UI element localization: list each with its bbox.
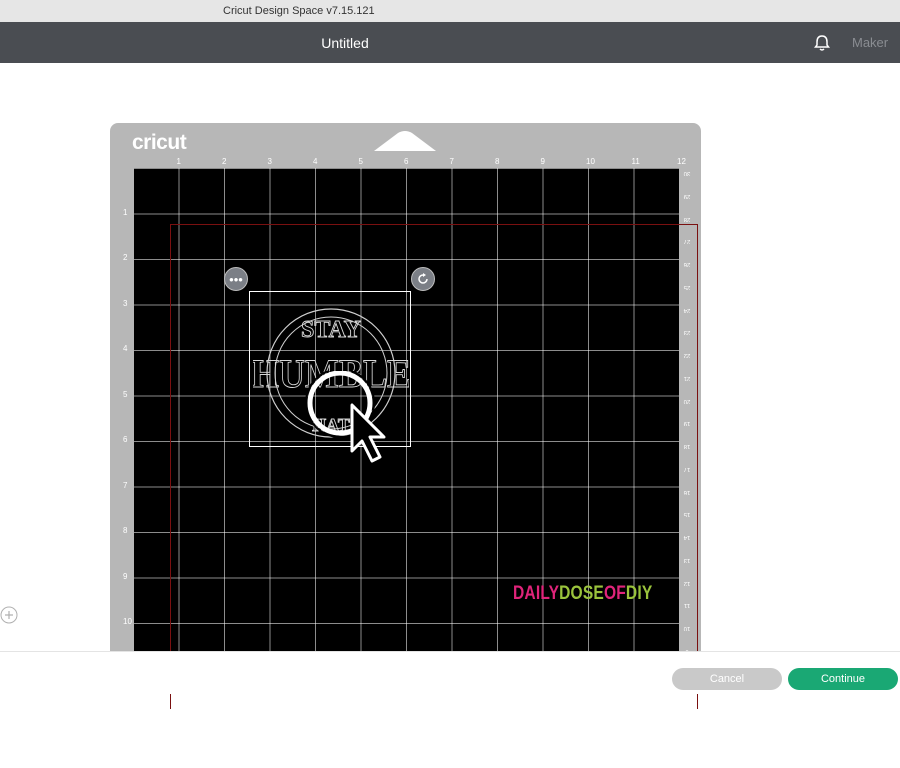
pointer-cursor-icon [305,371,386,463]
document-title: Untitled [321,35,369,51]
cutting-mat: cricut 1 2 3 4 5 6 7 8 9 10 11 12 1 2 3 4 5 6 7 8 9 10 30 29 2… [110,123,701,768]
ruler-right-tick: 29 [683,192,691,199]
watermark-part-1: DAILY [513,583,560,604]
ruler-top-tick: 5 [358,157,363,166]
continue-button[interactable]: Continue [788,668,898,690]
ruler-top-tick: 11 [631,157,640,166]
ruler-right-tick: 6 [685,716,689,722]
bell-icon[interactable] [812,33,832,53]
ruler-top-tick: 4 [313,157,318,166]
app-title: Cricut Design Space v7.15.121 [223,5,375,17]
watermark-part-4: DIY [625,583,653,604]
more-options-button[interactable]: ••• [224,267,248,291]
ruler-left-tick: 1 [123,207,128,217]
mat-grid[interactable]: STAY HUMBLE HAT ••• DAILYDOSEOFDIY [134,168,698,709]
ruler-top-tick: 8 [495,157,500,166]
ruler-top-tick: 1 [176,157,181,166]
ruler-top-tick: 3 [267,157,272,166]
mat-brand-logo: cricut [132,131,187,154]
ruler-left-tick: 4 [123,344,128,353]
window-titlebar: Cricut Design Space v7.15.121 [0,0,900,23]
watermark-text: DAILYDOSEOFDIY [513,583,652,605]
ruler-right-tick: 5 [685,738,689,745]
mat-load-tab [374,131,436,151]
top-header: Untitled Maker [0,22,900,63]
ruler-left-tick: 2 [123,253,128,262]
ruler-right-tick: 28 [683,215,691,222]
watermark-part-3: OF [603,583,626,604]
watermark-part-2: DOSE [559,583,604,604]
ruler-top-tick: 7 [449,157,454,166]
rotate-button[interactable] [411,267,435,291]
ruler-top-tick: 9 [540,157,545,166]
footer-bar: Cancel Continue [0,651,900,694]
zoom-in-icon[interactable] [0,605,20,625]
ruler-left-tick: 5 [123,389,128,399]
ruler-top-tick: 2 [222,157,227,166]
ruler-left-tick: 9 [123,571,128,581]
ruler-top-tick: 6 [404,157,409,166]
ruler-left-tick: 6 [123,435,128,444]
ruler-top-tick: 12 [677,157,686,166]
ruler-top-tick: 10 [586,157,595,166]
ruler-left-tick: 8 [123,526,128,535]
rotate-icon [418,273,428,284]
cancel-button[interactable]: Cancel [672,668,782,690]
ruler-right-tick: 30 [683,170,691,176]
ruler-left-tick: 3 [123,298,128,308]
ruler-left-tick: 7 [123,480,128,490]
machine-selector[interactable]: Maker [852,35,888,50]
design-text-top: STAY [301,317,361,343]
ruler-left-tick: 10 [123,617,132,626]
ruler-right-tick: 4 [685,761,689,768]
